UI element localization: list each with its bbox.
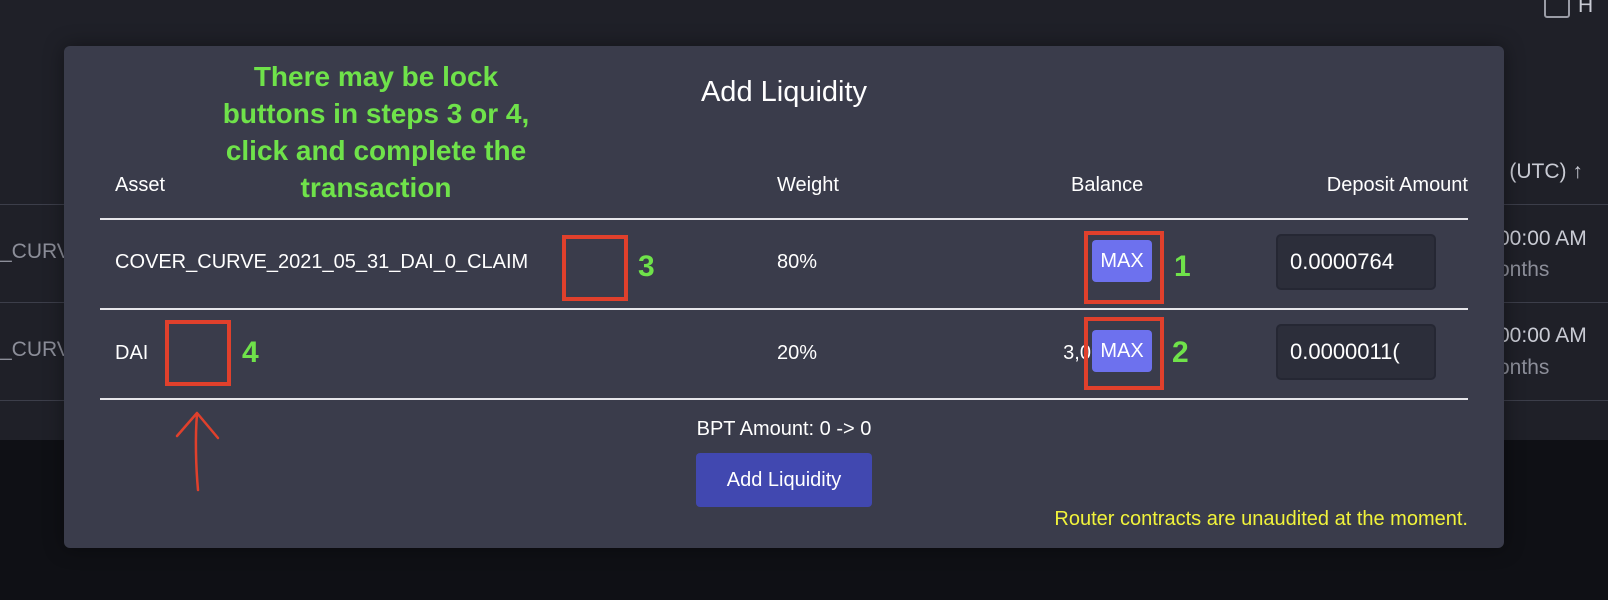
- annotation-box-step-4[interactable]: [165, 320, 231, 386]
- column-header-asset: Asset: [115, 174, 166, 196]
- annotation-note: There may be lock buttons in steps 3 or …: [222, 61, 530, 203]
- table-divider: [100, 308, 1468, 310]
- column-header-deposit-amount: Deposit Amount: [1326, 174, 1468, 196]
- table-divider: [100, 218, 1468, 220]
- annotation-box-step-1: [1084, 231, 1164, 304]
- annotation-step-4-label: 4: [242, 336, 259, 369]
- deposit-amount-input[interactable]: [1276, 324, 1436, 380]
- deposit-amount-input[interactable]: [1276, 234, 1436, 290]
- annotation-box-step-3[interactable]: [562, 235, 628, 301]
- background-row-time: 00:00 AM: [1498, 227, 1587, 250]
- asset-weight: 20%: [777, 342, 818, 364]
- annotation-box-step-2: [1084, 317, 1164, 390]
- background-row-expiry: onths: [1498, 356, 1550, 379]
- annotation-step-3-label: 3: [638, 250, 655, 283]
- background-row-asset: _CURV: [0, 338, 71, 361]
- background-row-expiry: onths: [1498, 258, 1550, 281]
- asset-weight: 80%: [777, 251, 818, 273]
- column-header-weight: Weight: [777, 174, 839, 196]
- annotation-arrow-icon: [175, 411, 220, 492]
- asset-name: DAI: [115, 342, 149, 364]
- annotation-step-1-label: 1: [1174, 250, 1191, 283]
- bpt-amount: BPT Amount: 0 -> 0: [696, 418, 872, 440]
- background-checkbox[interactable]: [1544, 0, 1570, 18]
- add-liquidity-button[interactable]: Add Liquidity: [696, 453, 872, 507]
- background-checkbox-label: H: [1578, 0, 1594, 17]
- background-row-time: 00:00 AM: [1498, 324, 1587, 347]
- unaudited-warning: Router contracts are unaudited at the mo…: [1054, 508, 1468, 530]
- annotation-step-2-label: 2: [1172, 336, 1189, 369]
- column-header-balance: Balance: [1071, 174, 1144, 196]
- table-divider: [100, 398, 1468, 400]
- background-row-asset: _CURV: [0, 240, 71, 263]
- asset-name: COVER_CURVE_2021_05_31_DAI_0_CLAIM: [115, 251, 529, 273]
